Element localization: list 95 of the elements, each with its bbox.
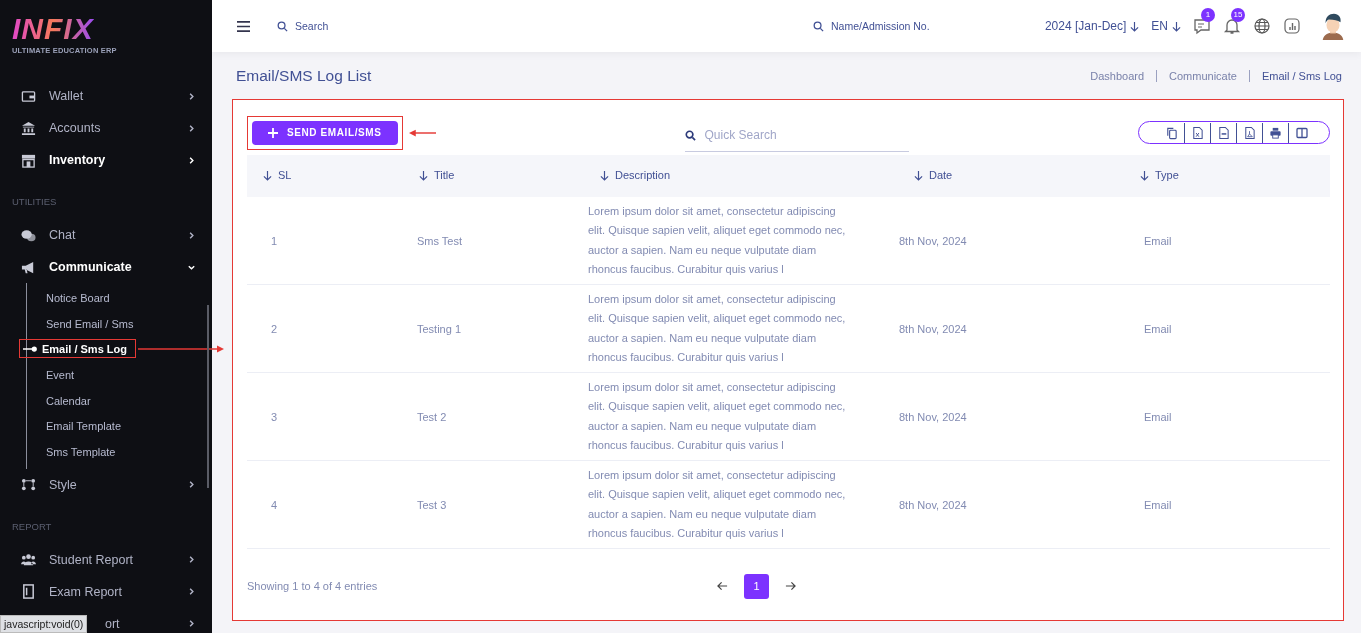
breadcrumb-link[interactable]: Communicate — [1169, 69, 1237, 82]
book-icon — [21, 584, 36, 600]
submenu-item[interactable]: Email Template — [46, 420, 121, 433]
submenu-item[interactable]: Send Email / Sms — [46, 317, 134, 330]
chevron-icon[interactable] — [187, 91, 196, 101]
arrow-down-icon — [1130, 20, 1140, 32]
table-cell: 3 — [271, 410, 278, 423]
search-icon[interactable] — [277, 20, 288, 32]
table-cell: Email — [1144, 498, 1172, 511]
search-icon[interactable] — [813, 20, 824, 32]
nodes-icon — [21, 477, 36, 493]
message-count: 1 — [1201, 8, 1215, 22]
table-cell: 4 — [271, 498, 278, 511]
store-icon — [21, 152, 36, 168]
table-cell: 8th Nov, 2024 — [899, 498, 967, 511]
column-header[interactable]: SL — [263, 169, 292, 182]
megaphone-icon — [21, 259, 36, 275]
table-cell-text: Lorem ipsum dolor sit amet, consectetur adipiscing elit. Quisque sapien velit, aliquet eget commodo nec, auctor a sapien. Nam eu neque vulputate diam rhoncus faucibus. Curabitur quis varius l — [588, 379, 846, 453]
globe-icon[interactable] — [1253, 17, 1271, 35]
column-header[interactable]: Title — [419, 169, 455, 182]
session-dropdown[interactable]: 2024 [Jan-Dec] — [1044, 19, 1140, 33]
submenu-item[interactable]: Event — [46, 368, 75, 381]
table-cell: 1 — [271, 234, 278, 247]
column-header[interactable]: Type — [1140, 169, 1179, 182]
table-cell-text: Lorem ipsum dolor sit amet, consectetur adipiscing elit. Quisque sapien velit, aliquet eget commodo nec, auctor a sapien. Nam eu neque vulputate diam rhoncus faucibus. Curabitur quis varius l — [588, 203, 846, 277]
chevron-icon[interactable] — [187, 230, 196, 240]
next-page-icon[interactable] — [785, 581, 796, 591]
page-title: Email/SMS Log List — [236, 66, 372, 85]
plus-icon — [268, 127, 278, 138]
notification-count: 15 — [1231, 8, 1245, 22]
chat-icon — [21, 227, 36, 243]
page-button[interactable]: 1 — [744, 573, 769, 599]
table-cell: 8th Nov, 2024 — [899, 322, 967, 335]
sidebar-heading: REPORT — [11, 520, 53, 532]
chart-icon[interactable] — [1283, 17, 1301, 35]
sort-arrow-icon — [263, 169, 272, 181]
sidebar-item[interactable]: Wallet — [49, 89, 84, 103]
menu-icon[interactable] — [236, 19, 251, 33]
table-cell: Email — [1144, 234, 1172, 247]
entries-info: Showing 1 to 4 of 4 entries — [247, 580, 378, 592]
send-email-sms-button[interactable]: SEND EMAIL/SMS — [252, 120, 398, 145]
scrollbar[interactable] — [207, 305, 209, 488]
submenu-item[interactable]: Notice Board — [46, 291, 110, 304]
message-icon[interactable] — [1193, 17, 1211, 35]
chevron-icon[interactable] — [187, 155, 196, 165]
table-cell: Test 2 — [417, 410, 447, 423]
status-tooltip: javascript:void(0) — [0, 615, 88, 633]
search-field[interactable]: Search — [293, 19, 387, 33]
sidebar-item[interactable]: Communicate — [49, 260, 132, 274]
table-cell-text: Lorem ipsum dolor sit amet, consectetur adipiscing elit. Quisque sapien velit, aliquet eget commodo nec, auctor a sapien. Nam eu neque vulputate diam rhoncus faucibus. Curabitur quis varius l — [588, 291, 846, 365]
chevron-icon[interactable] — [187, 555, 196, 565]
chevron-icon[interactable] — [187, 480, 196, 490]
sort-arrow-icon — [1140, 169, 1149, 181]
sidebar-heading: UTILITIES — [11, 196, 58, 207]
sidebar-item[interactable]: Inventory — [49, 153, 106, 167]
bell-icon[interactable] — [1223, 17, 1241, 35]
sidebar-item[interactable]: Student Report — [49, 552, 134, 567]
pointer-arrow — [408, 128, 436, 137]
previous-page-icon[interactable] — [717, 581, 728, 591]
current-marker-icon — [23, 344, 38, 353]
chevron-icon[interactable] — [187, 123, 196, 133]
sidebar-item[interactable]: Accounts — [49, 121, 101, 135]
table-cell: Testing 1 — [417, 322, 462, 335]
breadcrumb-link[interactable]: Dashboard — [1090, 69, 1145, 82]
table-cell: Email — [1144, 410, 1172, 423]
sidebar-item[interactable]: Chat — [49, 228, 76, 242]
table-cell: 8th Nov, 2024 — [899, 410, 967, 423]
search-icon[interactable] — [684, 129, 696, 141]
sidebar-item[interactable]: ort — [105, 616, 120, 631]
sort-arrow-icon — [419, 169, 428, 181]
submenu-item[interactable]: Email / Sms Log — [42, 342, 127, 355]
submenu-item[interactable]: Calendar — [46, 394, 91, 407]
sidebar-item[interactable]: Exam Report — [49, 584, 122, 599]
language-dropdown[interactable]: EN — [1151, 19, 1181, 33]
table-cell: Test 3 — [417, 498, 447, 511]
sort-arrow-icon — [914, 169, 923, 181]
breadcrumb-link[interactable]: Email / Sms Log — [1261, 69, 1342, 82]
users-icon — [21, 552, 36, 568]
table-cell-text: Lorem ipsum dolor sit amet, consectetur adipiscing elit. Quisque sapien velit, aliquet eget commodo nec, auctor a sapien. Nam eu neque vulputate diam rhoncus faucibus. Curabitur quis varius l — [588, 467, 846, 541]
table-cell: Sms Test — [417, 234, 463, 247]
student-search-field[interactable]: Name/Admission No. — [829, 19, 963, 33]
chevron-icon[interactable] — [187, 619, 196, 629]
wallet-icon — [21, 88, 36, 104]
table-cell: Email — [1144, 322, 1172, 335]
sidebar-item[interactable]: Style — [49, 477, 77, 492]
table-cell: 8th Nov, 2024 — [899, 234, 967, 247]
column-header[interactable]: Description — [600, 169, 671, 182]
arrow-down-icon — [1172, 20, 1181, 32]
chevron-icon[interactable] — [187, 587, 196, 597]
column-header[interactable]: Date — [914, 169, 953, 182]
bank-icon — [21, 120, 36, 136]
quick-search-field[interactable]: Quick Search — [702, 127, 909, 143]
submenu-item[interactable]: Sms Template — [46, 445, 116, 458]
table-cell: 2 — [271, 322, 278, 335]
sort-arrow-icon — [600, 169, 609, 181]
